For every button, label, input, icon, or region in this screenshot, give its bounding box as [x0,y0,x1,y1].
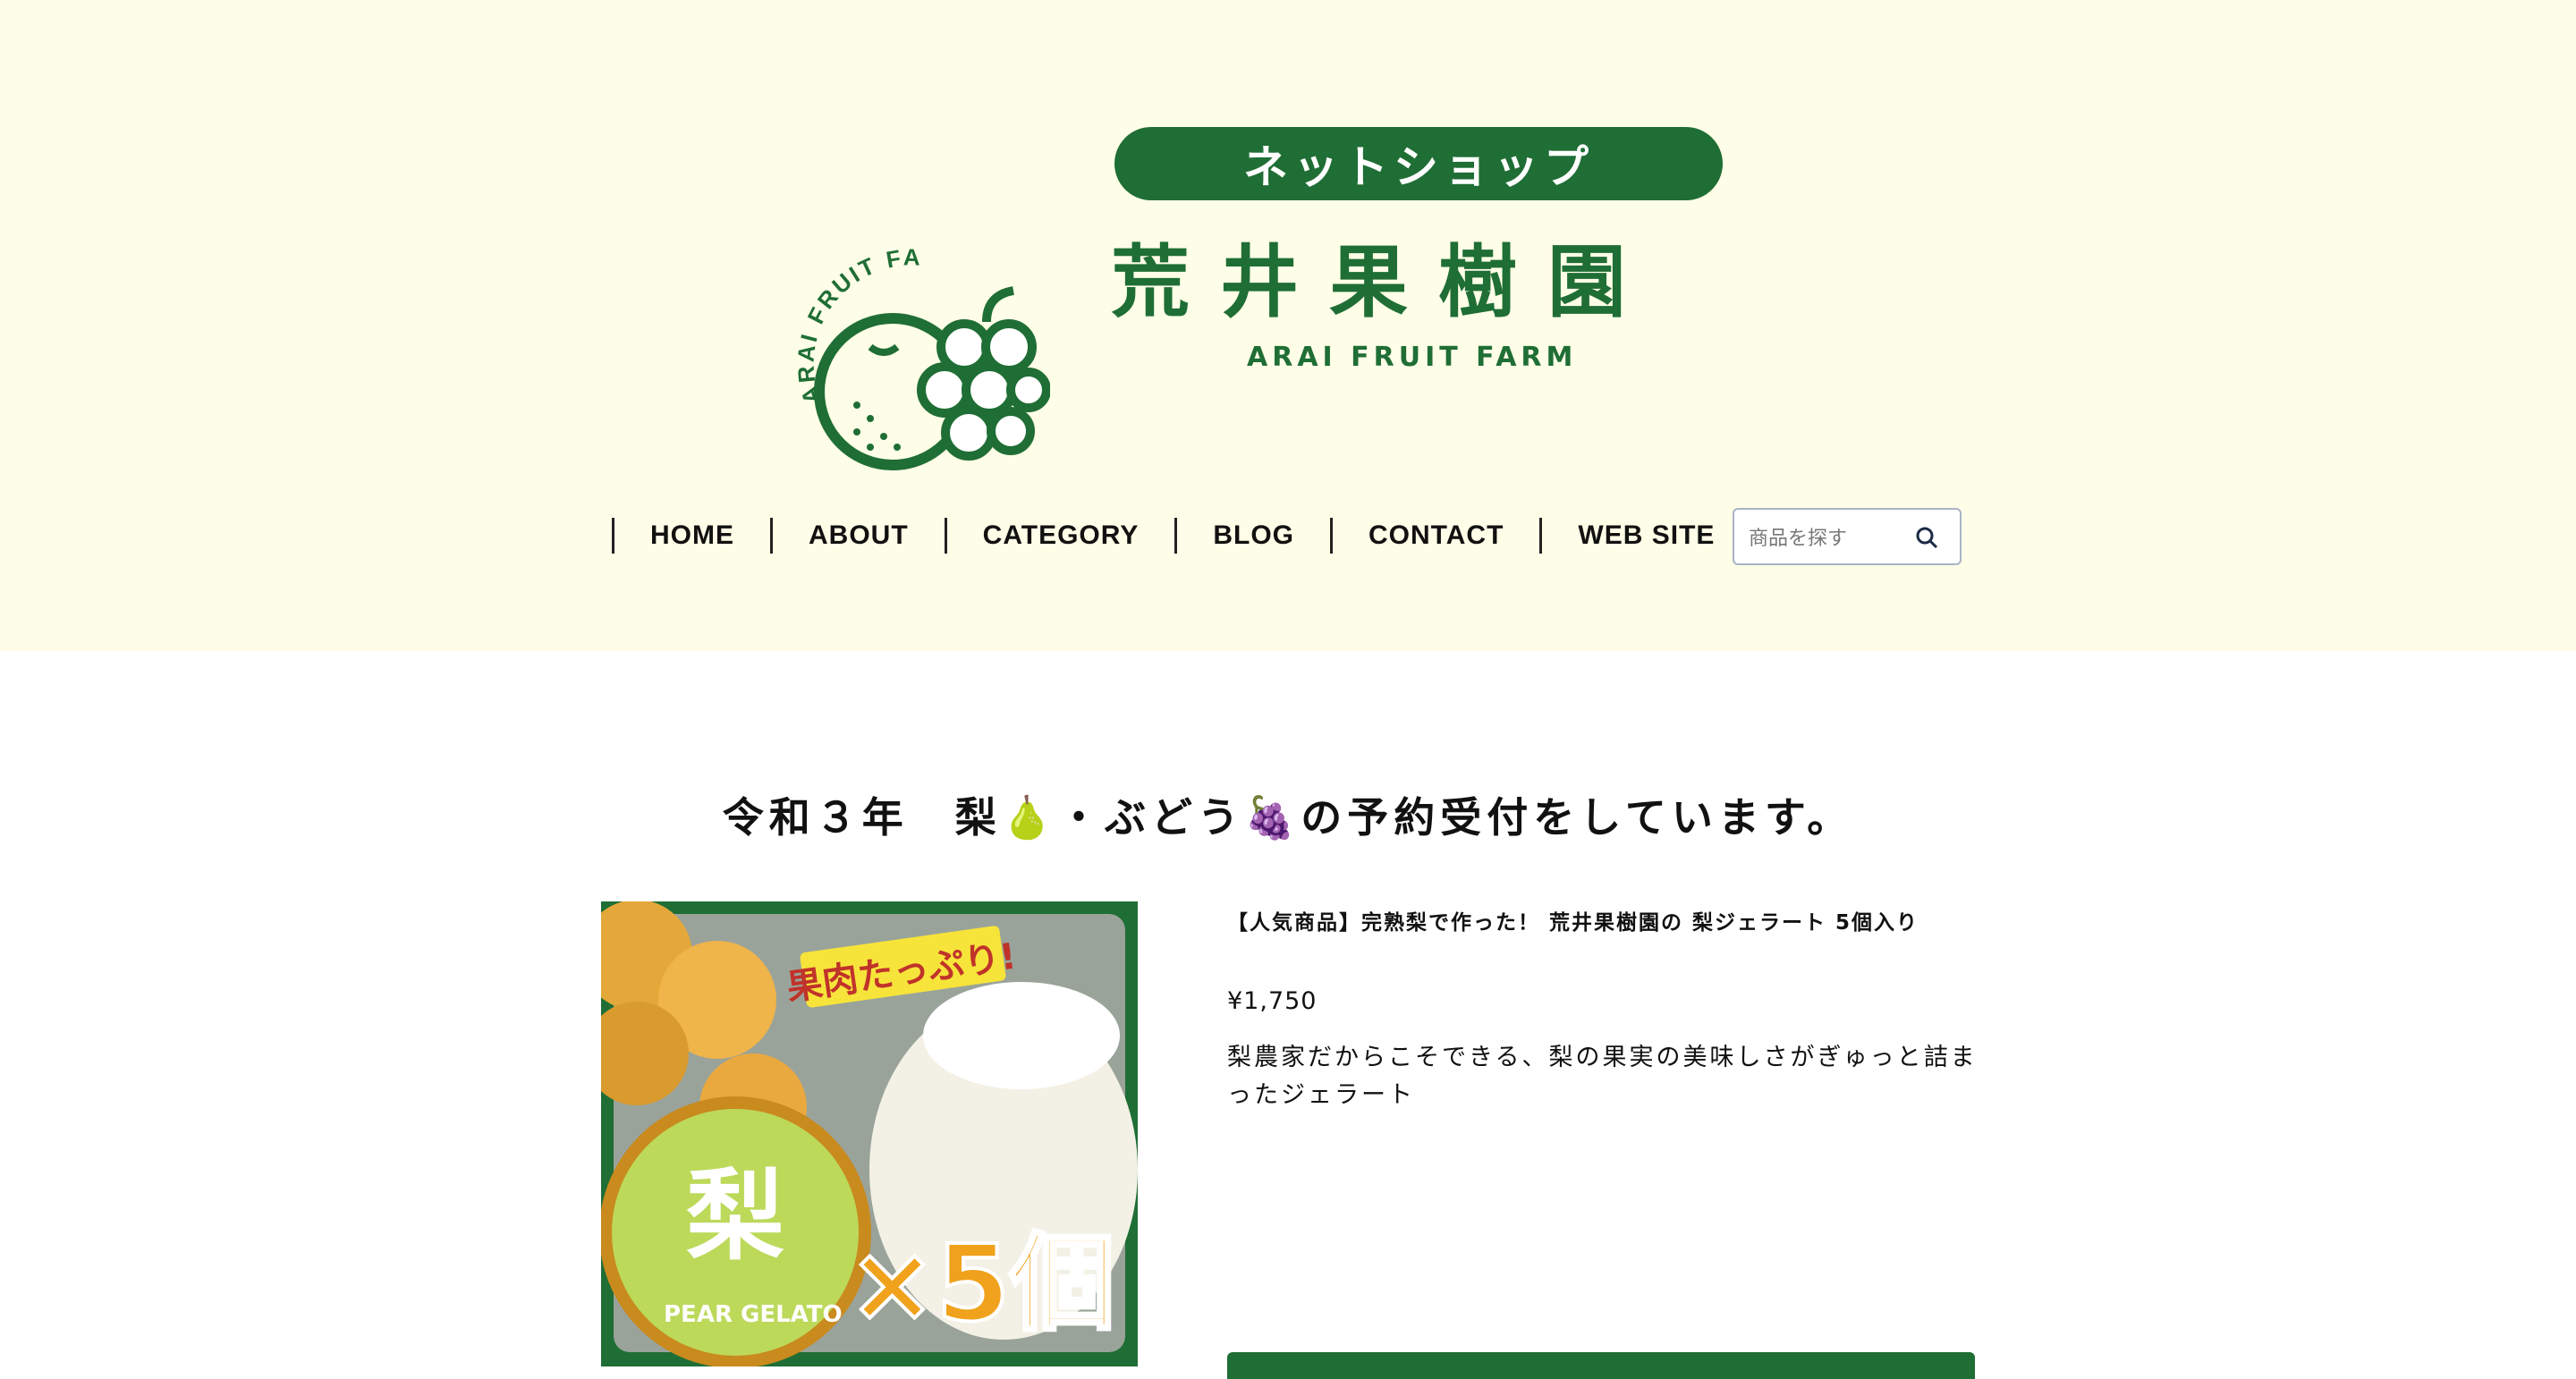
logo-pill: ネットショップ [1114,127,1723,200]
product-image[interactable]: 梨 PEAR GELATO 果肉たっぷり! ×5個 [601,901,1138,1366]
svg-text:PEAR GELATO: PEAR GELATO [664,1301,843,1328]
site-logo[interactable]: ARAI FRUIT FARM ネットショップ 荒井果樹園 ARAI FRUIT… [785,123,1724,470]
svg-text:×5個: ×5個 [848,1222,1115,1345]
search-icon[interactable] [1915,526,1938,549]
nav-home[interactable]: HOME [614,520,770,551]
product-description: 梨農家だからこそできる、梨の果実の美味しさがぎゅっと詰まったジェラート [1227,1044,1978,1109]
nav-website[interactable]: WEB SITE [1542,520,1750,551]
fruit-logo-icon: ARAI FRUIT FARM [785,213,1050,470]
svg-text:梨: 梨 [686,1159,784,1273]
page-headline: 令和３年 梨🍐・ぶどう🍇の予約受付をしています。 [722,793,1854,842]
search-input[interactable]: 商品を探す [1733,508,1962,565]
nav-about[interactable]: ABOUT [773,520,945,551]
nav-blog[interactable]: BLOG [1177,520,1330,551]
logo-ring-text: ARAI FRUIT FARM [785,213,920,407]
product-title[interactable]: 【人気商品】完熟梨で作った！ 荒井果樹園の 梨ジェラート 5個入り [1227,905,1919,935]
product-price: ¥1,750 [1227,987,1318,1015]
search-placeholder: 商品を探す [1749,528,1848,550]
svg-text:ARAI FRUIT FARM: ARAI FRUIT FARM [785,213,923,407]
nav-contact[interactable]: CONTACT [1333,520,1539,551]
main-nav: HOME ABOUT CATEGORY BLOG CONTACT WEB SIT… [612,515,1754,556]
nav-category[interactable]: CATEGORY [947,520,1175,551]
site-header: ARAI FRUIT FARM ネットショップ 荒井果樹園 ARAI FRUIT… [0,0,2576,651]
buy-button[interactable] [1227,1352,1975,1379]
logo-subtitle: ARAI FRUIT FARM [1247,342,1578,373]
logo-title: 荒井果樹園 [1111,235,1657,328]
gelato-image-icon: 梨 PEAR GELATO 果肉たっぷり! ×5個 [601,901,1138,1366]
